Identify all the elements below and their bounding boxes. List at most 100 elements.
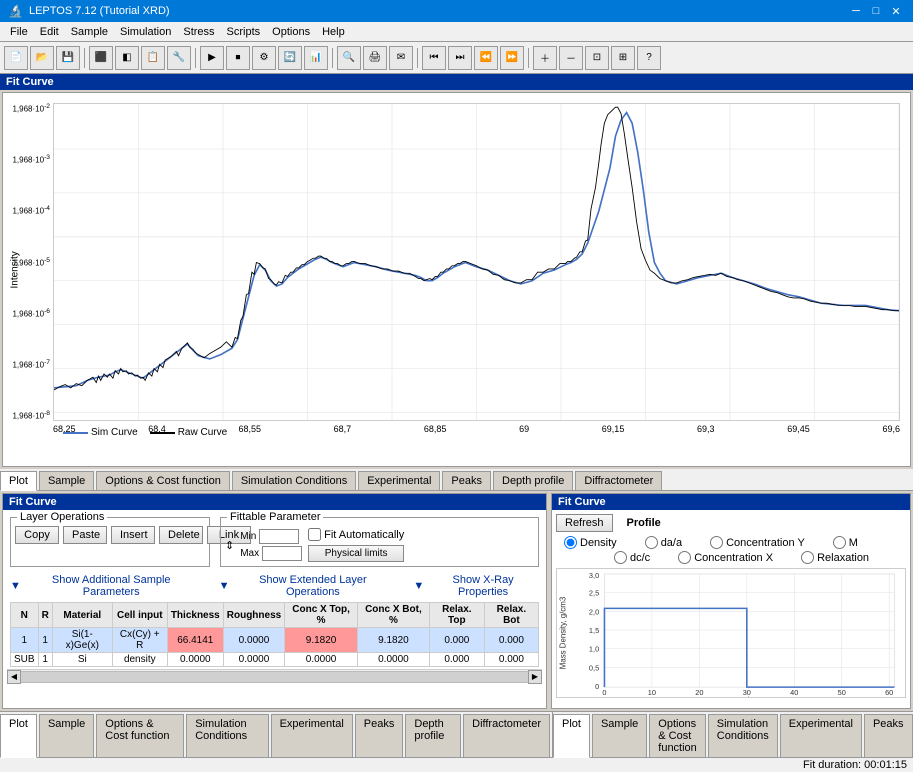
physical-limits-button[interactable]: Physical limits <box>308 545 404 562</box>
toolbar-btn11[interactable]: 🔄 <box>278 46 302 70</box>
expand-additional-params[interactable]: ▼ Show Additional Sample Parameters <box>10 574 199 598</box>
radio-m-label: M <box>849 537 858 549</box>
tab-top-plot[interactable]: Plot <box>0 471 37 491</box>
param-max-row: Max <box>240 546 302 561</box>
minimize-button[interactable]: ─ <box>847 3 865 19</box>
table-row[interactable]: SUB 1 Si density 0.0000 0.0000 0.0000 0.… <box>11 653 539 667</box>
toolbar-zoom-out[interactable]: － <box>559 46 583 70</box>
toolbar-btn8[interactable]: ▶ <box>200 46 224 70</box>
scroll-track[interactable] <box>21 671 528 683</box>
radio-relaxation[interactable]: Relaxation <box>801 551 869 564</box>
radio-dcc[interactable]: dc/c <box>614 551 650 564</box>
menu-stress[interactable]: Stress <box>177 25 220 39</box>
radio-daa-input[interactable] <box>645 536 658 549</box>
radio-conc-y[interactable]: Concentration Y <box>710 536 805 549</box>
title-bar-buttons: ─ □ ✕ <box>847 3 905 19</box>
toolbar-btn13[interactable]: 🔍 <box>337 46 361 70</box>
toolbar-btn15[interactable]: ✉ <box>389 46 413 70</box>
tab-br-experimental[interactable]: Experimental <box>780 714 862 757</box>
toolbar-btn17[interactable]: ⏭ <box>448 46 472 70</box>
tab-br-sample[interactable]: Sample <box>592 714 647 757</box>
toolbar-btn5[interactable]: ◧ <box>115 46 139 70</box>
toolbar-btn4[interactable]: ⬛ <box>89 46 113 70</box>
scroll-right-btn[interactable]: ▶ <box>528 670 542 684</box>
tab-top-sim-conditions[interactable]: Simulation Conditions <box>232 471 356 490</box>
tab-br-sim-conditions[interactable]: Simulation Conditions <box>708 714 778 757</box>
tab-bl-options[interactable]: Options & Cost function <box>96 714 184 757</box>
chart-plot-area[interactable] <box>53 103 900 421</box>
tab-bl-plot[interactable]: Plot <box>0 714 37 758</box>
menu-simulation[interactable]: Simulation <box>114 25 177 39</box>
radio-m-input[interactable] <box>833 536 846 549</box>
tab-bl-sample[interactable]: Sample <box>39 714 94 757</box>
toolbar-open[interactable]: 📂 <box>30 46 54 70</box>
toolbar-help[interactable]: ? <box>637 46 661 70</box>
cell-roughness-0: 0.0000 <box>223 628 284 653</box>
tab-bl-experimental[interactable]: Experimental <box>271 714 353 757</box>
tab-top-depth-profile[interactable]: Depth profile <box>493 471 573 490</box>
tab-top-peaks[interactable]: Peaks <box>442 471 491 490</box>
insert-button[interactable]: Insert <box>111 526 155 544</box>
toolbar-new[interactable]: 📄 <box>4 46 28 70</box>
toolbar-btn18[interactable]: ⏪ <box>474 46 498 70</box>
toolbar-btn19[interactable]: ⏩ <box>500 46 524 70</box>
toolbar-btn9[interactable]: ⏹ <box>226 46 250 70</box>
cell-conc-bot-0: 9.1820 <box>357 628 429 653</box>
tab-top-diffractometer[interactable]: Diffractometer <box>575 471 662 490</box>
tab-bl-sim-conditions[interactable]: Simulation Conditions <box>186 714 268 757</box>
toolbar-zoom-in[interactable]: ＋ <box>533 46 557 70</box>
cell-thickness-0[interactable]: 66.4141 <box>167 628 223 653</box>
delete-button[interactable]: Delete <box>159 526 203 544</box>
toolbar-btn7[interactable]: 🔧 <box>167 46 191 70</box>
paste-button[interactable]: Paste <box>63 526 107 544</box>
toolbar-save[interactable]: 💾 <box>56 46 80 70</box>
radio-relaxation-input[interactable] <box>801 551 814 564</box>
radio-row-1: Density da/a Concentration Y M <box>564 536 906 549</box>
radio-daa[interactable]: da/a <box>645 536 682 549</box>
toolbar-fit[interactable]: ⊡ <box>585 46 609 70</box>
radio-density[interactable]: Density <box>564 536 617 549</box>
radio-conc-y-input[interactable] <box>710 536 723 549</box>
copy-button[interactable]: Copy <box>15 526 59 544</box>
maximize-button[interactable]: □ <box>867 3 885 19</box>
fit-auto-checkbox[interactable] <box>308 528 321 541</box>
min-input[interactable] <box>259 529 299 544</box>
tab-br-options[interactable]: Options & Cost function <box>649 714 706 757</box>
tab-br-peaks[interactable]: Peaks <box>864 714 913 757</box>
menu-file[interactable]: File <box>4 25 34 39</box>
tab-top-experimental[interactable]: Experimental <box>358 471 440 490</box>
radio-conc-x[interactable]: Concentration X <box>678 551 773 564</box>
depth-profile-chart[interactable]: Mass Density, g/cm3 <box>556 568 906 698</box>
menu-options[interactable]: Options <box>266 25 316 39</box>
refresh-button[interactable]: Refresh <box>556 514 613 532</box>
radio-density-input[interactable] <box>564 536 577 549</box>
toolbar-select[interactable]: ⊞ <box>611 46 635 70</box>
menu-edit[interactable]: Edit <box>34 25 65 39</box>
toolbar-btn12[interactable]: 📊 <box>304 46 328 70</box>
tab-top-options[interactable]: Options & Cost function <box>96 471 230 490</box>
toolbar-btn10[interactable]: ⚙ <box>252 46 276 70</box>
radio-m[interactable]: M <box>833 536 858 549</box>
tab-bl-diffractometer[interactable]: Diffractometer <box>463 714 550 757</box>
menu-help[interactable]: Help <box>316 25 351 39</box>
tab-bl-peaks[interactable]: Peaks <box>355 714 404 757</box>
tab-bl-depth-profile[interactable]: Depth profile <box>405 714 461 757</box>
radio-conc-x-input[interactable] <box>678 551 691 564</box>
radio-dcc-input[interactable] <box>614 551 627 564</box>
toolbar-btn14[interactable]: 🖨 <box>363 46 387 70</box>
tab-br-plot[interactable]: Plot <box>553 714 590 758</box>
cell-conc-top-0[interactable]: 9.1820 <box>285 628 358 653</box>
scroll-left-btn[interactable]: ◀ <box>7 670 21 684</box>
y-axis-label: Intensity <box>10 269 21 289</box>
close-button[interactable]: ✕ <box>887 3 905 19</box>
expand-extended-layer[interactable]: ▼ Show Extended Layer Operations <box>219 574 394 598</box>
tabs-bottom-left: Plot Sample Options & Cost function Simu… <box>0 712 552 757</box>
menu-sample[interactable]: Sample <box>65 25 114 39</box>
max-input[interactable] <box>262 546 302 561</box>
menu-scripts[interactable]: Scripts <box>221 25 267 39</box>
tab-top-sample[interactable]: Sample <box>39 471 94 490</box>
toolbar-btn16[interactable]: ⏮ <box>422 46 446 70</box>
expand-xray-props[interactable]: ▼ Show X-Ray Properties <box>413 574 539 598</box>
table-row[interactable]: 1 1 Si(1-x)Ge(x) Cx(Cy) + R 66.4141 0.00… <box>11 628 539 653</box>
toolbar-btn6[interactable]: 📋 <box>141 46 165 70</box>
